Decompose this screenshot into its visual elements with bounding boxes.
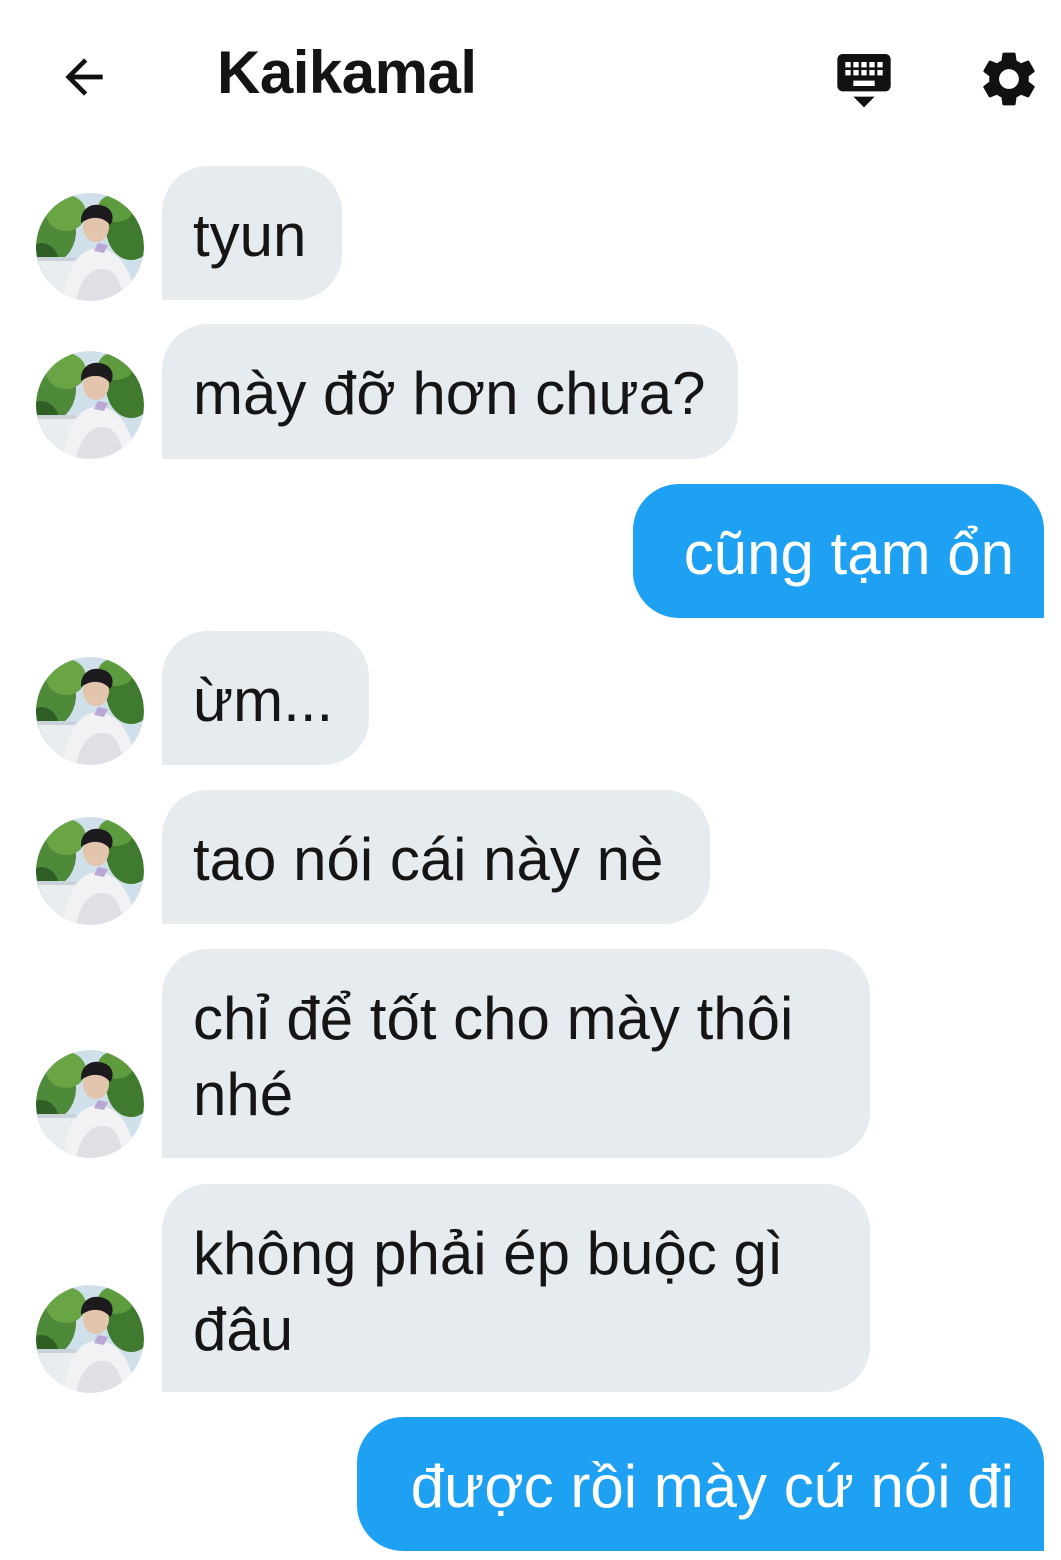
avatar[interactable]: [36, 817, 144, 925]
message-bubble-incoming[interactable]: không phải ép buộc gì đâu: [162, 1184, 870, 1392]
avatar[interactable]: [36, 1050, 144, 1158]
message-text: tao nói cái này nè: [193, 826, 664, 893]
message-bubble-incoming[interactable]: tao nói cái này nè: [162, 790, 710, 924]
avatar[interactable]: [36, 1285, 144, 1393]
message-text: mày đỡ hơn chưa?: [193, 360, 706, 427]
message-bubble-incoming[interactable]: mày đỡ hơn chưa?: [162, 324, 738, 459]
avatar[interactable]: [36, 193, 144, 301]
keyboard-hide-icon: [837, 54, 891, 108]
message-text: ừm...: [193, 667, 334, 734]
back-button[interactable]: [50, 45, 118, 109]
message-text: cũng tạm ổn: [683, 520, 1014, 587]
message-text: tyun: [193, 202, 307, 269]
message-bubble-incoming[interactable]: ừm...: [162, 631, 369, 765]
avatar-image: [36, 351, 144, 459]
avatar[interactable]: [36, 351, 144, 459]
avatar-image: [36, 817, 144, 925]
conversation-title: Kaikamal: [217, 39, 477, 106]
avatar-image: [36, 657, 144, 765]
message-text: được rồi mày cứ nói đi: [410, 1453, 1014, 1520]
message-text-line: đâu: [193, 1296, 294, 1363]
message-text-line: chỉ để tốt cho mày thôi: [193, 985, 794, 1052]
keyboard-toggle-button[interactable]: [828, 40, 900, 116]
message-bubble-incoming[interactable]: chỉ để tốt cho mày thôi nhé: [162, 949, 870, 1158]
message-text-line: nhé: [193, 1061, 294, 1128]
avatar-image: [36, 1050, 144, 1158]
message-bubble-outgoing[interactable]: được rồi mày cứ nói đi: [357, 1417, 1044, 1551]
message-text-line: không phải ép buộc gì: [193, 1220, 784, 1287]
message-bubble-outgoing[interactable]: cũng tạm ổn: [633, 484, 1044, 618]
avatar-image: [36, 1285, 144, 1393]
gear-icon: [983, 52, 1035, 106]
avatar[interactable]: [36, 657, 144, 765]
chat-header: Kaikamal: [0, 0, 1061, 150]
arrow-left-icon: [65, 58, 103, 96]
message-bubble-incoming[interactable]: tyun: [162, 166, 342, 300]
avatar-image: [36, 193, 144, 301]
settings-button[interactable]: [972, 42, 1046, 116]
